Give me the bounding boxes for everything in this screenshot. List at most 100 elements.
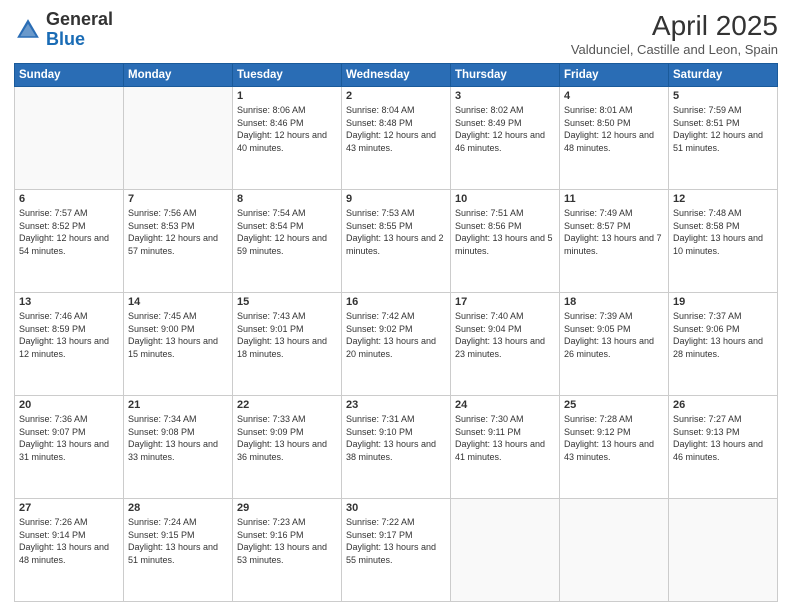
day-info: Sunrise: 7:33 AM Sunset: 9:09 PM Dayligh… [237, 413, 337, 463]
page: General Blue April 2025 Valdunciel, Cast… [0, 0, 792, 612]
day-info: Sunrise: 7:42 AM Sunset: 9:02 PM Dayligh… [346, 310, 446, 360]
weekday-header-friday: Friday [560, 64, 669, 87]
calendar-cell: 11Sunrise: 7:49 AM Sunset: 8:57 PM Dayli… [560, 190, 669, 293]
weekday-header-tuesday: Tuesday [233, 64, 342, 87]
calendar-cell: 5 Sunrise: 7:59 AM Sunset: 8:51 PM Daylig… [669, 87, 778, 190]
calendar-cell: 23 Sunrise: 7:31 AM Sunset: 9:10 PM Dayli… [342, 396, 451, 499]
day-info: Sunrise: 7:34 AM Sunset: 9:08 PM Dayligh… [128, 413, 228, 463]
calendar-header: SundayMondayTuesdayWednesdayThursdayFrid… [15, 64, 778, 87]
calendar-cell: 21Sunrise: 7:34 AM Sunset: 9:08 PM Dayli… [124, 396, 233, 499]
day-number: 1 [237, 90, 337, 102]
day-info: Sunrise: 7:54 AM Sunset: 8:54 PM Dayligh… [237, 207, 337, 257]
calendar-cell: 15Sunrise: 7:43 AM Sunset: 9:01 PM Dayli… [233, 293, 342, 396]
week-row-2: 6 Sunrise: 7:57 AM Sunset: 8:52 PM Daylig… [15, 190, 778, 293]
day-info: Sunrise: 7:51 AM Sunset: 8:56 PM Dayligh… [455, 207, 555, 257]
weekday-header-wednesday: Wednesday [342, 64, 451, 87]
calendar-cell: 17 Sunrise: 7:40 AM Sunset: 9:04 PM Dayli… [451, 293, 560, 396]
calendar-table: SundayMondayTuesdayWednesdayThursdayFrid… [14, 63, 778, 602]
day-number: 23 [346, 399, 446, 411]
calendar-cell: 13 Sunrise: 7:46 AM Sunset: 8:59 PM Dayli… [15, 293, 124, 396]
day-info: Sunrise: 7:37 AM Sunset: 9:06 PM Dayligh… [673, 310, 773, 360]
day-number: 15 [237, 296, 337, 308]
day-number: 4 [564, 90, 664, 102]
day-number: 13 [19, 296, 119, 308]
day-number: 14 [128, 296, 228, 308]
logo-blue: Blue [46, 29, 85, 49]
day-info: Sunrise: 7:57 AM Sunset: 8:52 PM Dayligh… [19, 207, 119, 257]
day-number: 28 [128, 502, 228, 514]
calendar-cell: 9Sunrise: 7:53 AM Sunset: 8:55 PM Daylig… [342, 190, 451, 293]
header: General Blue April 2025 Valdunciel, Cast… [14, 10, 778, 57]
calendar-cell: 8 Sunrise: 7:54 AM Sunset: 8:54 PM Daylig… [233, 190, 342, 293]
calendar-cell [669, 499, 778, 602]
day-info: Sunrise: 7:39 AM Sunset: 9:05 PM Dayligh… [564, 310, 664, 360]
day-info: Sunrise: 7:23 AM Sunset: 9:16 PM Dayligh… [237, 516, 337, 566]
day-info: Sunrise: 7:36 AM Sunset: 9:07 PM Dayligh… [19, 413, 119, 463]
calendar-cell: 1 Sunrise: 8:06 AM Sunset: 8:46 PM Daylig… [233, 87, 342, 190]
day-number: 12 [673, 193, 773, 205]
calendar-cell: 4 Sunrise: 8:01 AM Sunset: 8:50 PM Daylig… [560, 87, 669, 190]
calendar-cell: 7 Sunrise: 7:56 AM Sunset: 8:53 PM Daylig… [124, 190, 233, 293]
day-number: 20 [19, 399, 119, 411]
day-info: Sunrise: 7:48 AM Sunset: 8:58 PM Dayligh… [673, 207, 773, 257]
logo-general: General [46, 9, 113, 29]
calendar-cell: 24 Sunrise: 7:30 AM Sunset: 9:11 PM Dayli… [451, 396, 560, 499]
day-info: Sunrise: 8:06 AM Sunset: 8:46 PM Dayligh… [237, 104, 337, 154]
day-info: Sunrise: 7:22 AM Sunset: 9:17 PM Dayligh… [346, 516, 446, 566]
day-number: 9 [346, 193, 446, 205]
calendar-cell: 16 Sunrise: 7:42 AM Sunset: 9:02 PM Dayli… [342, 293, 451, 396]
day-number: 5 [673, 90, 773, 102]
day-number: 11 [564, 193, 664, 205]
calendar-cell: 6 Sunrise: 7:57 AM Sunset: 8:52 PM Daylig… [15, 190, 124, 293]
day-info: Sunrise: 8:01 AM Sunset: 8:50 PM Dayligh… [564, 104, 664, 154]
calendar-cell: 25 Sunrise: 7:28 AM Sunset: 9:12 PM Dayli… [560, 396, 669, 499]
weekday-header-thursday: Thursday [451, 64, 560, 87]
calendar-cell: 20 Sunrise: 7:36 AM Sunset: 9:07 PM Dayli… [15, 396, 124, 499]
day-number: 22 [237, 399, 337, 411]
weekday-header-sunday: Sunday [15, 64, 124, 87]
day-number: 6 [19, 193, 119, 205]
day-number: 25 [564, 399, 664, 411]
day-info: Sunrise: 7:45 AM Sunset: 9:00 PM Dayligh… [128, 310, 228, 360]
logo: General Blue [14, 10, 113, 50]
day-info: Sunrise: 7:59 AM Sunset: 8:51 PM Dayligh… [673, 104, 773, 154]
day-info: Sunrise: 8:04 AM Sunset: 8:48 PM Dayligh… [346, 104, 446, 154]
week-row-4: 20 Sunrise: 7:36 AM Sunset: 9:07 PM Dayli… [15, 396, 778, 499]
day-number: 17 [455, 296, 555, 308]
calendar-cell [451, 499, 560, 602]
day-number: 8 [237, 193, 337, 205]
calendar-cell: 26Sunrise: 7:27 AM Sunset: 9:13 PM Dayli… [669, 396, 778, 499]
calendar-cell [560, 499, 669, 602]
calendar-cell [15, 87, 124, 190]
day-info: Sunrise: 7:30 AM Sunset: 9:11 PM Dayligh… [455, 413, 555, 463]
day-number: 18 [564, 296, 664, 308]
day-info: Sunrise: 7:56 AM Sunset: 8:53 PM Dayligh… [128, 207, 228, 257]
calendar-cell: 19Sunrise: 7:37 AM Sunset: 9:06 PM Dayli… [669, 293, 778, 396]
day-number: 2 [346, 90, 446, 102]
calendar-cell: 30 Sunrise: 7:22 AM Sunset: 9:17 PM Dayli… [342, 499, 451, 602]
title-month: April 2025 [571, 10, 778, 42]
day-number: 16 [346, 296, 446, 308]
calendar-cell: 29 Sunrise: 7:23 AM Sunset: 9:16 PM Dayli… [233, 499, 342, 602]
calendar-cell: 28Sunrise: 7:24 AM Sunset: 9:15 PM Dayli… [124, 499, 233, 602]
day-number: 3 [455, 90, 555, 102]
day-info: Sunrise: 7:26 AM Sunset: 9:14 PM Dayligh… [19, 516, 119, 566]
logo-icon [14, 16, 42, 44]
day-number: 7 [128, 193, 228, 205]
day-number: 24 [455, 399, 555, 411]
calendar-body: 1 Sunrise: 8:06 AM Sunset: 8:46 PM Daylig… [15, 87, 778, 602]
day-info: Sunrise: 7:40 AM Sunset: 9:04 PM Dayligh… [455, 310, 555, 360]
calendar-cell: 3Sunrise: 8:02 AM Sunset: 8:49 PM Daylig… [451, 87, 560, 190]
day-number: 10 [455, 193, 555, 205]
calendar-cell: 22 Sunrise: 7:33 AM Sunset: 9:09 PM Dayli… [233, 396, 342, 499]
day-info: Sunrise: 7:28 AM Sunset: 9:12 PM Dayligh… [564, 413, 664, 463]
calendar-cell: 14 Sunrise: 7:45 AM Sunset: 9:00 PM Dayli… [124, 293, 233, 396]
day-number: 27 [19, 502, 119, 514]
title-location: Valdunciel, Castille and Leon, Spain [571, 42, 778, 57]
day-info: Sunrise: 7:31 AM Sunset: 9:10 PM Dayligh… [346, 413, 446, 463]
day-number: 29 [237, 502, 337, 514]
calendar-cell: 27 Sunrise: 7:26 AM Sunset: 9:14 PM Dayli… [15, 499, 124, 602]
calendar-cell [124, 87, 233, 190]
day-number: 30 [346, 502, 446, 514]
day-info: Sunrise: 7:46 AM Sunset: 8:59 PM Dayligh… [19, 310, 119, 360]
